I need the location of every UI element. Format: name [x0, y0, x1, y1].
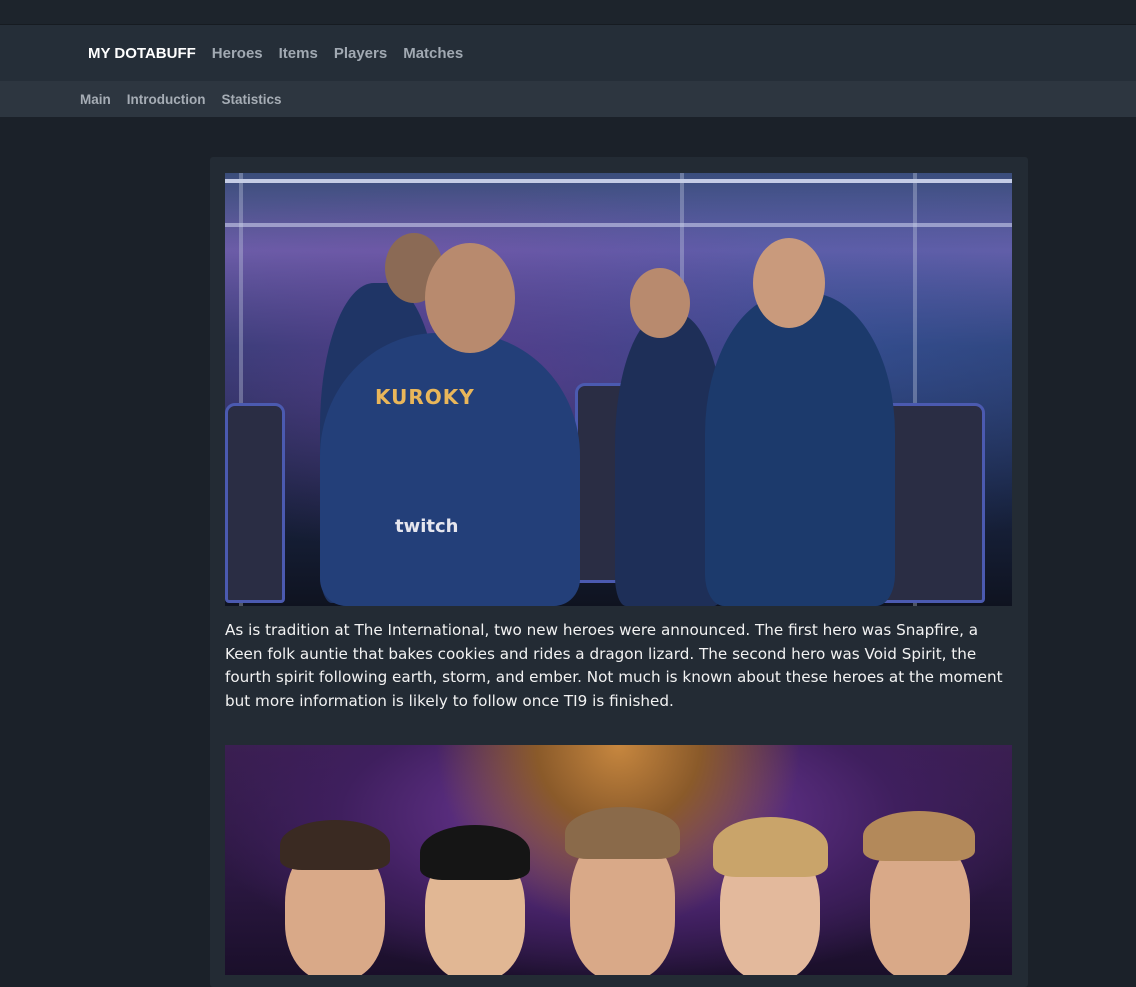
nav-matches[interactable]: Matches [403, 45, 463, 62]
player-figure [320, 333, 580, 606]
player-hair [420, 825, 530, 880]
player-head [425, 243, 515, 353]
main-navbar: MY DOTABUFF Heroes Items Players Matches [0, 25, 1136, 81]
article-image-team-celebration: KUROKY twitch [225, 173, 1012, 606]
player-hair [863, 811, 975, 861]
nav-heroes[interactable]: Heroes [212, 45, 263, 62]
article-image-players-portrait [225, 745, 1012, 975]
brand-link[interactable]: MY DOTABUFF [88, 45, 196, 62]
stage-lights-row [225, 223, 1012, 227]
player-head [630, 268, 690, 338]
player-head [753, 238, 825, 328]
article-paragraph: As is tradition at The International, tw… [225, 621, 1003, 710]
player-hair [713, 817, 828, 877]
player-hair [280, 820, 390, 870]
subnav-introduction[interactable]: Introduction [127, 92, 206, 107]
sub-navbar: Main Introduction Statistics [0, 81, 1136, 117]
subnav-statistics[interactable]: Statistics [222, 92, 282, 107]
sponsor-logo: twitch [395, 516, 459, 537]
nav-players[interactable]: Players [334, 45, 387, 62]
jersey-name: KUROKY [375, 385, 475, 409]
player-figure [705, 293, 895, 606]
nav-items[interactable]: Items [279, 45, 318, 62]
stage-lights [225, 179, 1012, 183]
subnav-main[interactable]: Main [80, 92, 111, 107]
window-top-strip [0, 0, 1136, 25]
article-card: KUROKY twitch As is tradition at The Int… [210, 157, 1028, 987]
gaming-chair [225, 403, 285, 603]
player-hair [565, 807, 680, 859]
